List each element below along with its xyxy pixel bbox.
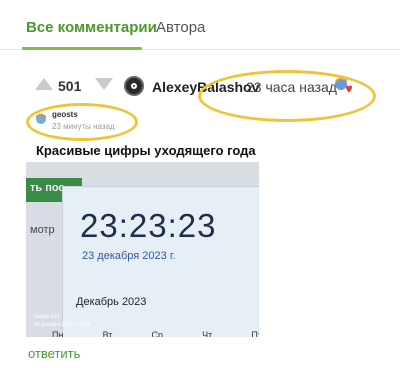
avatar-emblem xyxy=(131,83,137,89)
embedded-screenshot: geosts 23 минуты назад Красивые цифры ух… xyxy=(26,106,266,337)
clock-photo[interactable]: ть пос мотр 23:23:23 23 декабря 2023 г. … xyxy=(26,162,259,337)
calendar-weekdays: Пн Вт Ср Чт Пт xyxy=(52,330,259,337)
clock-time: 23:23:23 xyxy=(80,207,217,244)
photo-watermark-device: Galaxy A23 xyxy=(34,314,60,320)
weekday: Чт xyxy=(202,330,213,337)
weekday: Пн xyxy=(52,330,64,337)
tab-all-comments[interactable]: Все комментарии xyxy=(26,19,157,37)
annotation-ellipse xyxy=(198,70,376,122)
calendar-month: Декабрь 2023 xyxy=(76,296,147,308)
avatar[interactable] xyxy=(124,76,144,96)
comment-tabs: Все комментарии Автора xyxy=(0,0,400,50)
downvote-icon[interactable] xyxy=(94,77,114,91)
photo-background-button-label: ть пос xyxy=(30,182,65,194)
photo-watermark-date: 23 декабря 2023 г. 23:23 xyxy=(34,322,91,328)
weekday: Пт xyxy=(251,330,259,337)
clock-date: 23 декабря 2023 г. xyxy=(82,250,176,262)
vote-count: 501 xyxy=(58,78,82,94)
reply-link[interactable]: ответить xyxy=(28,346,80,361)
photo-side-text: мотр xyxy=(30,224,55,236)
weekday: Ср xyxy=(151,330,164,337)
annotation-ellipse xyxy=(26,103,138,141)
active-tab-indicator xyxy=(22,47,142,50)
upvote-icon[interactable] xyxy=(34,77,54,91)
weekday: Вт xyxy=(102,330,113,337)
post-caption: Красивые цифры уходящего года xyxy=(36,143,256,158)
tab-author[interactable]: Автора xyxy=(156,19,205,37)
